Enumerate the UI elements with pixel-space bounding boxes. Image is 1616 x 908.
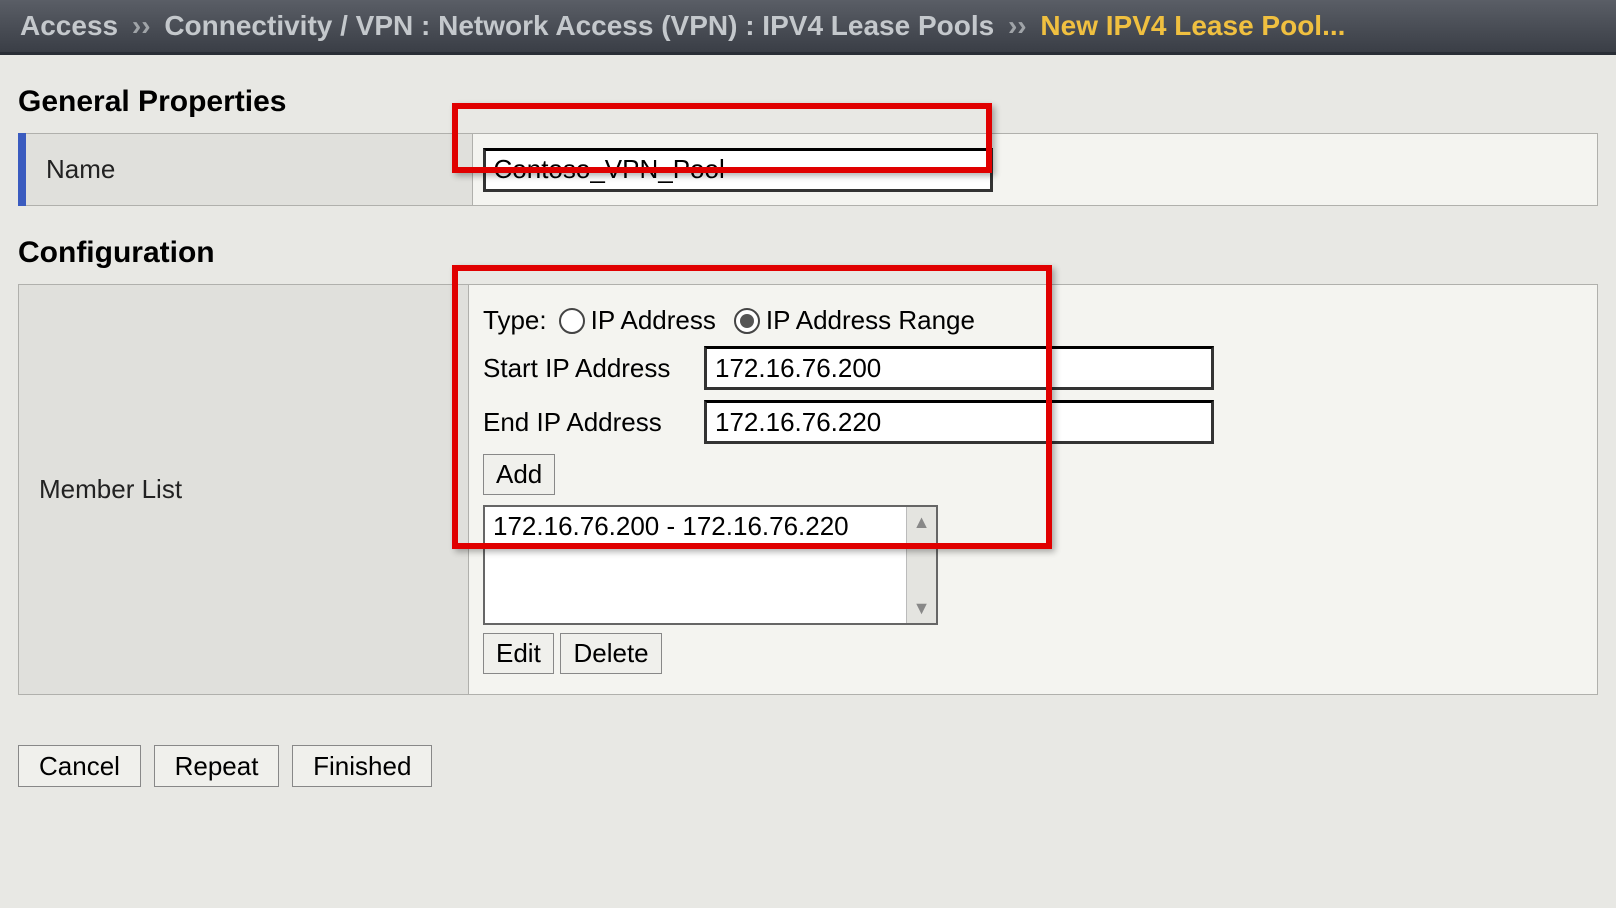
- cancel-button[interactable]: Cancel: [18, 745, 141, 787]
- radio-ip-range-label: IP Address Range: [766, 305, 975, 336]
- name-label: Name: [22, 134, 472, 206]
- breadcrumb-current: New IPV4 Lease Pool...: [1040, 10, 1345, 41]
- member-listbox[interactable]: 172.16.76.200 - 172.16.76.220 ▲ ▼: [483, 505, 938, 625]
- breadcrumb: Access ›› Connectivity / VPN : Network A…: [0, 0, 1616, 55]
- radio-ip-address-range[interactable]: IP Address Range: [728, 305, 975, 336]
- finished-button[interactable]: Finished: [292, 745, 432, 787]
- start-ip-row: Start IP Address: [483, 346, 1583, 390]
- member-list-label: Member List: [19, 285, 469, 695]
- radio-icon: [559, 308, 585, 334]
- configuration-panel: Member List Type: IP Address IP Address …: [18, 284, 1598, 695]
- type-row: Type: IP Address IP Address Range: [483, 305, 1583, 336]
- edit-button[interactable]: Edit: [483, 633, 554, 674]
- general-properties-title: General Properties: [18, 85, 1598, 119]
- general-properties-panel: Name: [18, 133, 1598, 206]
- end-ip-label: End IP Address: [483, 407, 698, 438]
- footer-buttons: Cancel Repeat Finished: [0, 745, 1616, 807]
- repeat-button[interactable]: Repeat: [154, 745, 280, 787]
- radio-icon: [734, 308, 760, 334]
- start-ip-label: Start IP Address: [483, 353, 698, 384]
- radio-ip-address-label: IP Address: [591, 305, 716, 336]
- name-input[interactable]: [483, 148, 993, 192]
- end-ip-row: End IP Address: [483, 400, 1583, 444]
- delete-button[interactable]: Delete: [560, 633, 661, 674]
- start-ip-input[interactable]: [704, 346, 1214, 390]
- end-ip-input[interactable]: [704, 400, 1214, 444]
- breadcrumb-separator: ››: [1008, 10, 1027, 41]
- scroll-down-icon[interactable]: ▼: [907, 593, 936, 623]
- radio-ip-address[interactable]: IP Address: [553, 305, 716, 336]
- type-label: Type:: [483, 305, 547, 336]
- list-item[interactable]: 172.16.76.200 - 172.16.76.220: [485, 507, 936, 546]
- breadcrumb-level2[interactable]: Connectivity / VPN : Network Access (VPN…: [164, 10, 994, 41]
- listbox-scrollbar[interactable]: ▲ ▼: [906, 507, 936, 623]
- breadcrumb-level1[interactable]: Access: [20, 10, 118, 41]
- breadcrumb-separator: ››: [132, 10, 151, 41]
- scroll-up-icon[interactable]: ▲: [907, 507, 936, 537]
- add-button[interactable]: Add: [483, 454, 555, 495]
- configuration-title: Configuration: [18, 236, 1598, 270]
